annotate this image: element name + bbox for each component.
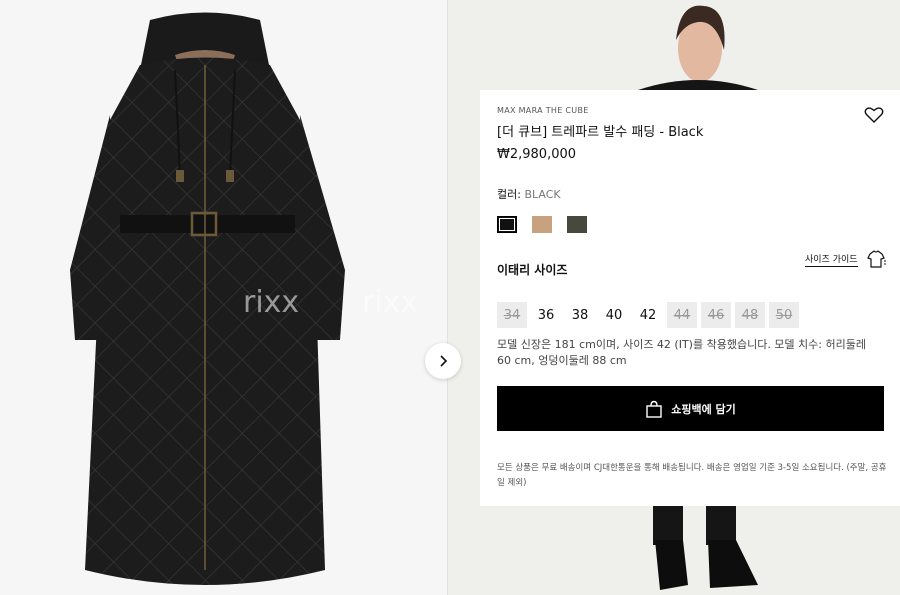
product-image-main: rixx rixx [0, 0, 447, 595]
watermark-text: rixx [243, 285, 300, 320]
size-option-36[interactable]: 36 [531, 302, 561, 328]
color-label-text: 컬러: [497, 188, 521, 201]
size-option-40[interactable]: 40 [599, 302, 629, 328]
add-to-bag-label: 쇼핑백에 담기 [671, 402, 736, 416]
watermark-text: rixx [362, 285, 419, 320]
size-section-title: 이태리 사이즈 [497, 263, 568, 277]
size-option-46[interactable]: 46 [701, 302, 731, 328]
next-image-button[interactable] [425, 343, 461, 379]
size-option-50[interactable]: 50 [769, 302, 799, 328]
model-size-info: 모델 신장은 181 cm이며, 사이즈 42 (IT)를 착용했습니다. 모델… [497, 338, 866, 367]
size-option-42[interactable]: 42 [633, 302, 663, 328]
chevron-right-icon [440, 355, 448, 367]
product-title: [더 큐브] 트레파르 발수 패딩 - Black [497, 125, 704, 140]
color-label: 컬러: BLACK [497, 186, 561, 202]
product-info-panel: MAX MARA THE CUBE [더 큐브] 트레파르 발수 패딩 - Bl… [480, 90, 900, 506]
product-price: ₩2,980,000 [497, 147, 577, 162]
add-to-bag-button[interactable]: 쇼핑백에 담기 [497, 386, 884, 431]
color-swatch-black[interactable] [497, 216, 517, 233]
size-option-38[interactable]: 38 [565, 302, 595, 328]
size-guide-link[interactable]: 사이즈 가이드 [805, 252, 858, 267]
size-option-48[interactable]: 48 [735, 302, 765, 328]
heart-icon[interactable] [864, 106, 884, 124]
brand-name: MAX MARA THE CUBE [497, 106, 589, 115]
size-option-34[interactable]: 34 [497, 302, 527, 328]
color-swatch-olive[interactable] [567, 216, 587, 233]
size-options: 34 36 38 40 42 44 46 48 50 [497, 302, 799, 328]
shipping-note: 모든 상품은 무료 배송이며 CJ대한통운을 통해 배송됩니다. 배송은 영업일… [497, 463, 887, 488]
shopping-bag-icon [646, 400, 662, 418]
color-swatch-camel[interactable] [532, 216, 552, 233]
hanger-icon[interactable] [865, 248, 887, 270]
quilted-coat-image [70, 12, 345, 585]
size-option-44[interactable]: 44 [667, 302, 697, 328]
color-value: BLACK [524, 188, 561, 201]
